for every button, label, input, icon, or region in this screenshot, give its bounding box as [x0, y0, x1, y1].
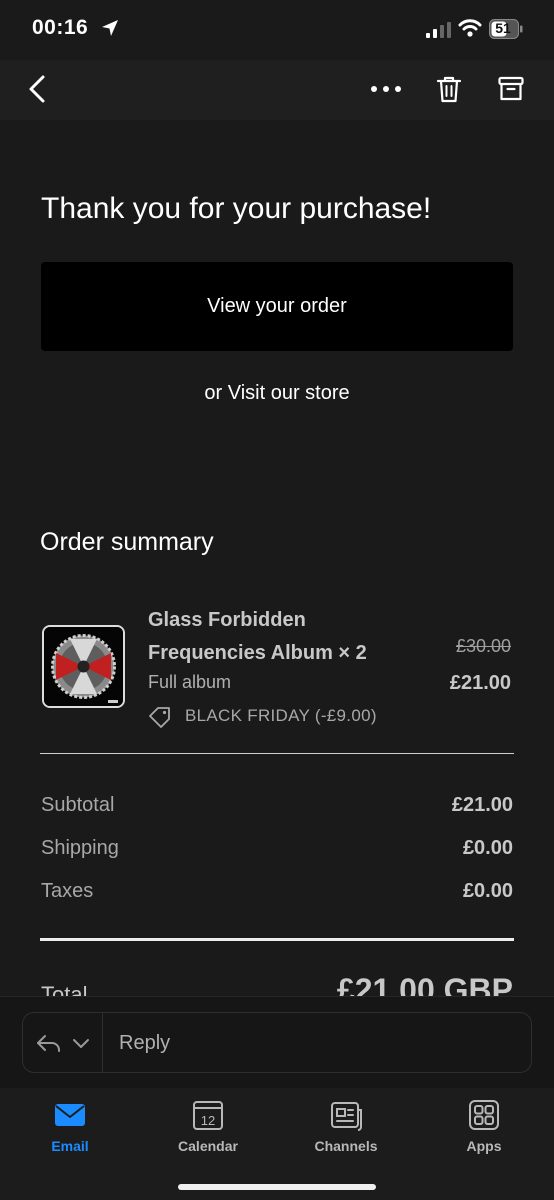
email-body: Thank you for your purchase! View your o…: [0, 120, 554, 996]
view-order-button[interactable]: View your order: [41, 262, 513, 351]
tag-icon: [149, 707, 170, 728]
total-label: Total: [41, 982, 88, 996]
calendar-icon: 12: [193, 1101, 223, 1130]
tab-calendar[interactable]: 12 Calendar: [158, 1098, 258, 1158]
reply-input[interactable]: Reply: [119, 1032, 170, 1055]
taxes-row: Taxes £0.00: [41, 880, 513, 903]
chevron-down-icon: [73, 1039, 89, 1048]
shipping-row: Shipping £0.00: [41, 837, 513, 860]
product-variant: Full album: [148, 672, 232, 692]
tab-apps-label: Apps: [466, 1138, 502, 1154]
subtotal-label: Subtotal: [41, 794, 115, 816]
more-icon[interactable]: [370, 84, 402, 94]
status-time: 00:16: [32, 16, 89, 39]
product-thumbnail: [42, 625, 125, 708]
taxes-value: £0.00: [462, 880, 513, 902]
archive-icon[interactable]: [496, 74, 526, 104]
back-icon[interactable]: [26, 74, 50, 104]
divider-thick: [40, 938, 514, 941]
calendar-day: 12: [201, 1113, 215, 1128]
taxes-label: Taxes: [41, 880, 94, 902]
tab-apps[interactable]: Apps: [434, 1098, 534, 1158]
email-toolbar: [0, 60, 554, 120]
shipping-value: £0.00: [462, 837, 513, 859]
tab-channels[interactable]: Channels: [296, 1098, 396, 1158]
battery-percent: 51: [495, 20, 511, 36]
visit-store-link[interactable]: or Visit our store: [0, 382, 554, 405]
signal-icon: [426, 22, 451, 38]
tab-channels-label: Channels: [314, 1138, 378, 1154]
location-arrow-icon: [102, 20, 118, 36]
order-summary-title: Order summary: [40, 528, 214, 556]
subtotal-value: £21.00: [451, 794, 513, 816]
shipping-label: Shipping: [41, 837, 119, 859]
total-value: £21.00 GBP: [336, 972, 513, 996]
album-art-image: [44, 627, 123, 706]
product-name: Glass Forbidden Frequencies Album × 2: [148, 609, 367, 664]
tab-email-label: Email: [51, 1138, 89, 1154]
reply-panel: Reply: [0, 996, 554, 1088]
apps-grid-icon: [469, 1100, 499, 1130]
home-indicator: [178, 1184, 376, 1190]
reply-box[interactable]: Reply: [22, 1012, 532, 1073]
tab-calendar-label: Calendar: [178, 1138, 238, 1154]
email-headline: Thank you for your purchase!: [41, 192, 432, 225]
product-price: £21.00: [449, 672, 511, 694]
envelope-icon: [55, 1104, 85, 1126]
status-bar: 00:16 51: [0, 0, 554, 60]
channels-icon: [331, 1102, 362, 1131]
tab-email[interactable]: Email: [20, 1098, 120, 1158]
reply-arrow-icon: [37, 1035, 60, 1052]
divider: [40, 753, 514, 754]
reply-options-button[interactable]: [23, 1013, 103, 1072]
discount-code: BLACK FRIDAY (-£9.00): [185, 706, 377, 725]
product-original-price: £30.00: [455, 636, 511, 656]
wifi-icon: [458, 19, 482, 37]
trash-icon[interactable]: [434, 74, 464, 104]
subtotal-row: Subtotal £21.00: [41, 794, 513, 817]
